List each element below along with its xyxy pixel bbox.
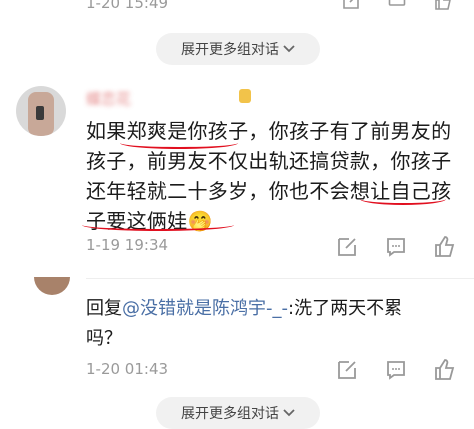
mention-link[interactable]: @没错就是陈鸿宇-_- [122, 298, 288, 319]
reply-avatar[interactable] [34, 277, 70, 295]
comment-timestamp: 1-19 19:34 [86, 236, 169, 254]
expand-label: 展开更多组对话 [181, 42, 279, 58]
vip-badge-icon [239, 89, 251, 103]
expand-label-2: 展开更多组对话 [181, 406, 279, 422]
chevron-down-icon [283, 45, 295, 53]
reply-body: :洗了两天不累 [288, 298, 403, 319]
comment-text: 如果郑爽是你孩子，你孩子有了前男友的 孩子，前男友不仅出轨还搞贷款，你孩子 还年… [86, 116, 466, 236]
red-underline-1 [120, 137, 238, 149]
avatar[interactable] [16, 86, 66, 136]
reply-text: 回复@没错就是陈鸿宇-_-:洗了两天不累 吗？ [86, 294, 466, 354]
comment-line-2: 孩子，前男友不仅出轨还搞贷款，你孩子 [86, 149, 452, 173]
like-icon[interactable] [433, 359, 455, 381]
comment-icon[interactable] [385, 359, 407, 381]
like-icon[interactable] [433, 236, 455, 258]
edit-icon[interactable] [336, 359, 358, 381]
red-underline-2 [360, 193, 446, 205]
comment-icon[interactable] [385, 236, 407, 258]
top-timestamp: 1-20 15:49 [86, 0, 169, 12]
edit-icon[interactable] [342, 0, 360, 10]
expand-more-conversations-button-2[interactable]: 展开更多组对话 [156, 397, 320, 429]
chevron-down-icon [283, 409, 295, 417]
divider [86, 278, 474, 279]
expand-more-conversations-button[interactable]: 展开更多组对话 [156, 33, 320, 65]
reply-timestamp: 1-20 01:43 [86, 360, 169, 378]
reply-line-2: 吗？ [86, 328, 122, 349]
username[interactable]: 蝶恋花 [86, 88, 131, 109]
like-icon[interactable] [434, 0, 452, 10]
red-underline-3 [82, 219, 234, 231]
reply-prefix: 回复 [86, 298, 122, 319]
reply-line-1: 回复@没错就是陈鸿宇-_-:洗了两天不累 [86, 294, 466, 324]
edit-icon[interactable] [336, 236, 358, 258]
comment-icon[interactable] [388, 0, 406, 10]
